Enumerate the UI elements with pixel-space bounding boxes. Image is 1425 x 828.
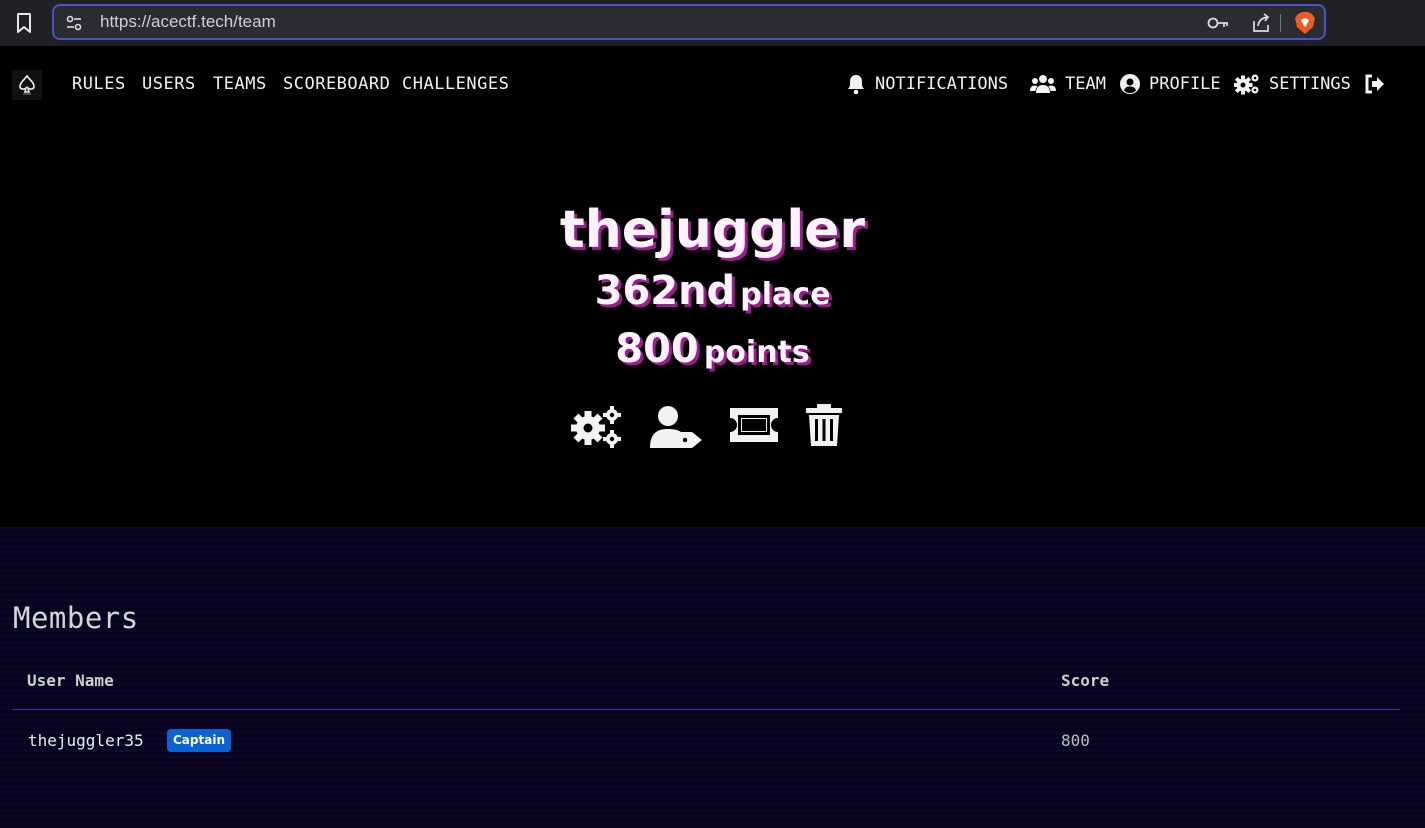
nav-notifications-label: NOTIFICATIONS — [875, 74, 1009, 94]
nav-scoreboard[interactable]: SCOREBOARD — [283, 74, 390, 94]
team-points: 800 points — [0, 326, 1425, 372]
brave-shield-icon[interactable] — [1294, 11, 1316, 35]
team-hero: thejuggler 362nd place 800 points — [0, 122, 1425, 527]
member-user-link[interactable]: thejuggler35 — [28, 731, 144, 750]
column-header-score[interactable]: Score — [1061, 671, 1109, 690]
points-value: 800 — [615, 326, 699, 372]
place-value: 362nd — [594, 268, 736, 314]
nav-settings[interactable]: SETTINGS — [1234, 71, 1351, 97]
nav-users[interactable]: USERS — [142, 74, 196, 94]
nav-settings-label: SETTINGS — [1269, 74, 1351, 94]
team-name: thejuggler — [559, 200, 866, 260]
logout-button[interactable] — [1364, 71, 1386, 97]
bookmark-icon[interactable] — [14, 11, 34, 35]
site-logo[interactable] — [12, 70, 42, 100]
site-navbar: RULES USERS TEAMS SCOREBOARD CHALLENGES … — [0, 46, 1425, 122]
url-text[interactable]: https://acectf.tech/team — [100, 12, 276, 32]
share-icon[interactable] — [1250, 12, 1272, 34]
gears-icon — [1234, 74, 1259, 95]
user-circle-icon — [1120, 74, 1140, 94]
table-row: thejuggler35 Captain 800 — [12, 719, 1400, 763]
place-unit: place — [740, 277, 831, 312]
nav-profile[interactable]: PROFILE — [1120, 71, 1221, 97]
nav-profile-label: PROFILE — [1149, 74, 1221, 94]
browser-toolbar: https://acectf.tech/team — [0, 0, 1425, 46]
gears-icon[interactable] — [570, 406, 622, 448]
members-table-header: User Name Score — [12, 665, 1400, 710]
nav-team[interactable]: TEAM — [1030, 71, 1106, 97]
nav-teams[interactable]: TEAMS — [213, 74, 267, 94]
nav-notifications[interactable]: NOTIFICATIONS — [846, 71, 1008, 97]
nav-challenges[interactable]: CHALLENGES — [402, 74, 509, 94]
points-unit: points — [703, 335, 810, 370]
spade-logo-icon — [19, 74, 35, 95]
users-icon — [1030, 75, 1056, 93]
bell-icon — [848, 75, 864, 95]
sign-out-icon — [1365, 74, 1384, 94]
team-place: 362nd place — [0, 268, 1425, 314]
members-title: Members — [13, 601, 139, 635]
member-score: 800 — [1061, 731, 1090, 750]
user-tag-icon[interactable] — [650, 406, 704, 448]
team-actions — [566, 402, 856, 450]
captain-badge: Captain — [167, 729, 231, 752]
nav-team-label: TEAM — [1065, 74, 1106, 94]
trash-icon[interactable] — [806, 404, 842, 446]
key-icon[interactable] — [1206, 14, 1230, 32]
address-bar-divider — [1280, 14, 1281, 32]
members-section: Members User Name Score thejuggler35 Cap… — [0, 527, 1425, 828]
nav-rules[interactable]: RULES — [72, 74, 126, 94]
site-info-icon[interactable] — [64, 13, 84, 33]
ticket-icon[interactable] — [730, 408, 778, 442]
column-header-user-name[interactable]: User Name — [27, 671, 114, 690]
address-bar[interactable]: https://acectf.tech/team — [52, 4, 1326, 40]
